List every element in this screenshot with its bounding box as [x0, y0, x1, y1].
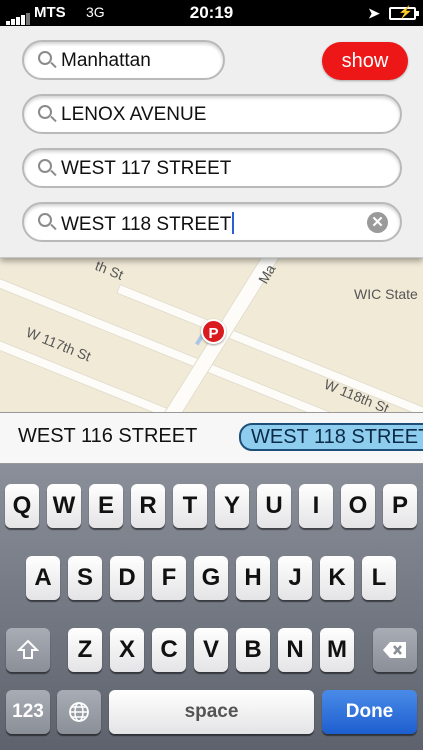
key-g[interactable]: G — [194, 556, 228, 600]
suggestion-bar: WEST 116 STREET WEST 118 STREET — [0, 412, 423, 464]
battery-charging-icon: ⚡ — [389, 5, 419, 20]
key-i[interactable]: I — [299, 484, 333, 528]
street-to-field[interactable]: WEST 118 STREET ✕ — [22, 202, 402, 242]
space-key[interactable]: space — [109, 690, 314, 734]
street-from-field[interactable]: WEST 117 STREET — [22, 148, 402, 188]
street-to-field-value: WEST 118 STREET — [61, 212, 235, 236]
key-p[interactable]: P — [383, 484, 417, 528]
key-n[interactable]: N — [278, 628, 312, 672]
search-panel: Manhattan show LENOX AVENUE WEST 117 STR… — [0, 26, 423, 258]
map-label-street: th St — [93, 257, 126, 283]
key-v[interactable]: V — [194, 628, 228, 672]
key-z[interactable]: Z — [68, 628, 102, 672]
key-h[interactable]: H — [236, 556, 270, 600]
globe-icon — [69, 702, 89, 722]
key-s[interactable]: S — [68, 556, 102, 600]
borough-field-value: Manhattan — [61, 50, 151, 71]
search-icon — [38, 51, 52, 65]
location-arrow-icon: ➤ — [368, 5, 380, 21]
text-cursor — [232, 212, 235, 234]
key-w[interactable]: W — [47, 484, 81, 528]
search-icon — [38, 213, 52, 227]
key-q[interactable]: Q — [5, 484, 39, 528]
parking-marker[interactable]: P — [201, 319, 226, 344]
show-button[interactable]: show — [322, 42, 408, 80]
key-l[interactable]: L — [362, 556, 396, 600]
key-m[interactable]: M — [320, 628, 354, 672]
backspace-icon — [383, 642, 406, 658]
key-y[interactable]: Y — [215, 484, 249, 528]
map-label-wic: WIC State — [354, 286, 418, 302]
street-from-field-value: WEST 117 STREET — [61, 158, 232, 179]
key-t[interactable]: T — [173, 484, 207, 528]
globe-key[interactable] — [57, 690, 101, 734]
key-d[interactable]: D — [110, 556, 144, 600]
avenue-field[interactable]: LENOX AVENUE — [22, 94, 402, 134]
key-a[interactable]: A — [26, 556, 60, 600]
key-c[interactable]: C — [152, 628, 186, 672]
key-x[interactable]: X — [110, 628, 144, 672]
delete-key[interactable] — [373, 628, 417, 672]
search-icon — [38, 159, 52, 173]
avenue-field-value: LENOX AVENUE — [61, 104, 207, 125]
key-u[interactable]: U — [257, 484, 291, 528]
numbers-key[interactable]: 123 — [6, 690, 50, 734]
search-icon — [38, 105, 52, 119]
key-f[interactable]: F — [152, 556, 186, 600]
key-k[interactable]: K — [320, 556, 354, 600]
key-o[interactable]: O — [341, 484, 375, 528]
street-to-text: WEST 118 STREET — [61, 214, 232, 235]
key-r[interactable]: R — [131, 484, 165, 528]
clock: 20:19 — [189, 3, 234, 22]
suggestion-item-selected[interactable]: WEST 118 STREET — [239, 423, 423, 451]
done-key[interactable]: Done — [322, 690, 417, 734]
shift-key[interactable] — [6, 628, 50, 672]
borough-field[interactable]: Manhattan — [22, 40, 225, 80]
suggestion-item[interactable]: WEST 116 STREET — [18, 425, 197, 448]
keyboard: 123 space Done QWERTYUIOP ASDFGHJKL ZXCVBN… — [0, 464, 423, 750]
clear-icon[interactable]: ✕ — [367, 212, 388, 233]
status-bar: MTS 3G 20:19 ➤ ⚡ — [0, 0, 423, 26]
key-b[interactable]: B — [236, 628, 270, 672]
key-j[interactable]: J — [278, 556, 312, 600]
shift-icon — [16, 639, 40, 659]
key-e[interactable]: E — [89, 484, 123, 528]
